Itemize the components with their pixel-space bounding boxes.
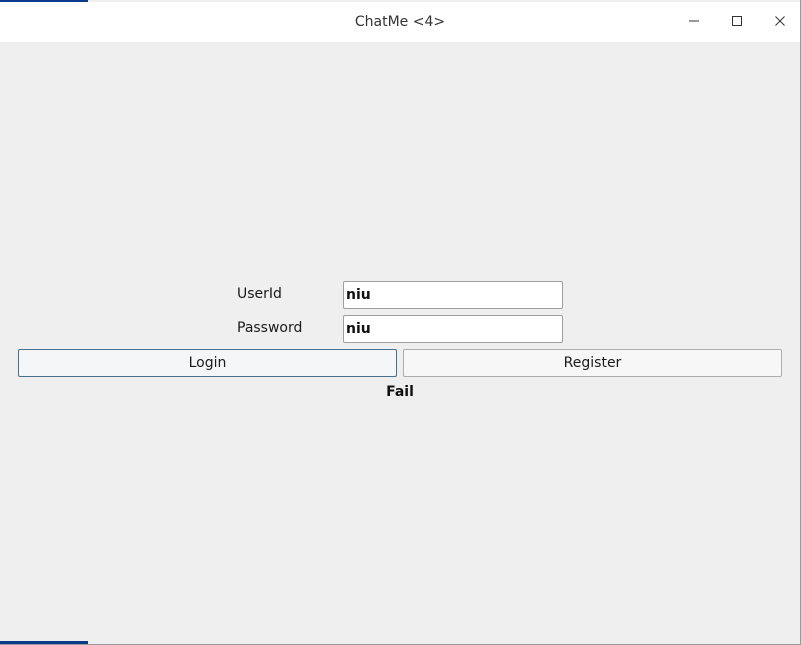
close-icon	[775, 16, 785, 26]
status-message: Fail	[386, 384, 414, 400]
password-input[interactable]	[343, 315, 563, 343]
login-panel: UserId Password Login Register Fail	[0, 42, 800, 643]
app-window: ChatMe <4> UserId Password Login Registe…	[0, 0, 801, 645]
title-bar[interactable]: ChatMe <4>	[0, 2, 800, 42]
maximize-button[interactable]	[715, 2, 759, 40]
window-accent-bottom	[0, 641, 88, 644]
userid-input[interactable]	[343, 281, 563, 309]
password-label: Password	[237, 320, 303, 336]
minimize-button[interactable]	[672, 2, 716, 40]
close-button[interactable]	[758, 2, 800, 40]
maximize-icon	[732, 16, 742, 26]
register-button[interactable]: Register	[403, 349, 782, 377]
minimize-icon	[689, 20, 699, 22]
userid-label: UserId	[237, 286, 282, 302]
login-button[interactable]: Login	[18, 349, 397, 377]
